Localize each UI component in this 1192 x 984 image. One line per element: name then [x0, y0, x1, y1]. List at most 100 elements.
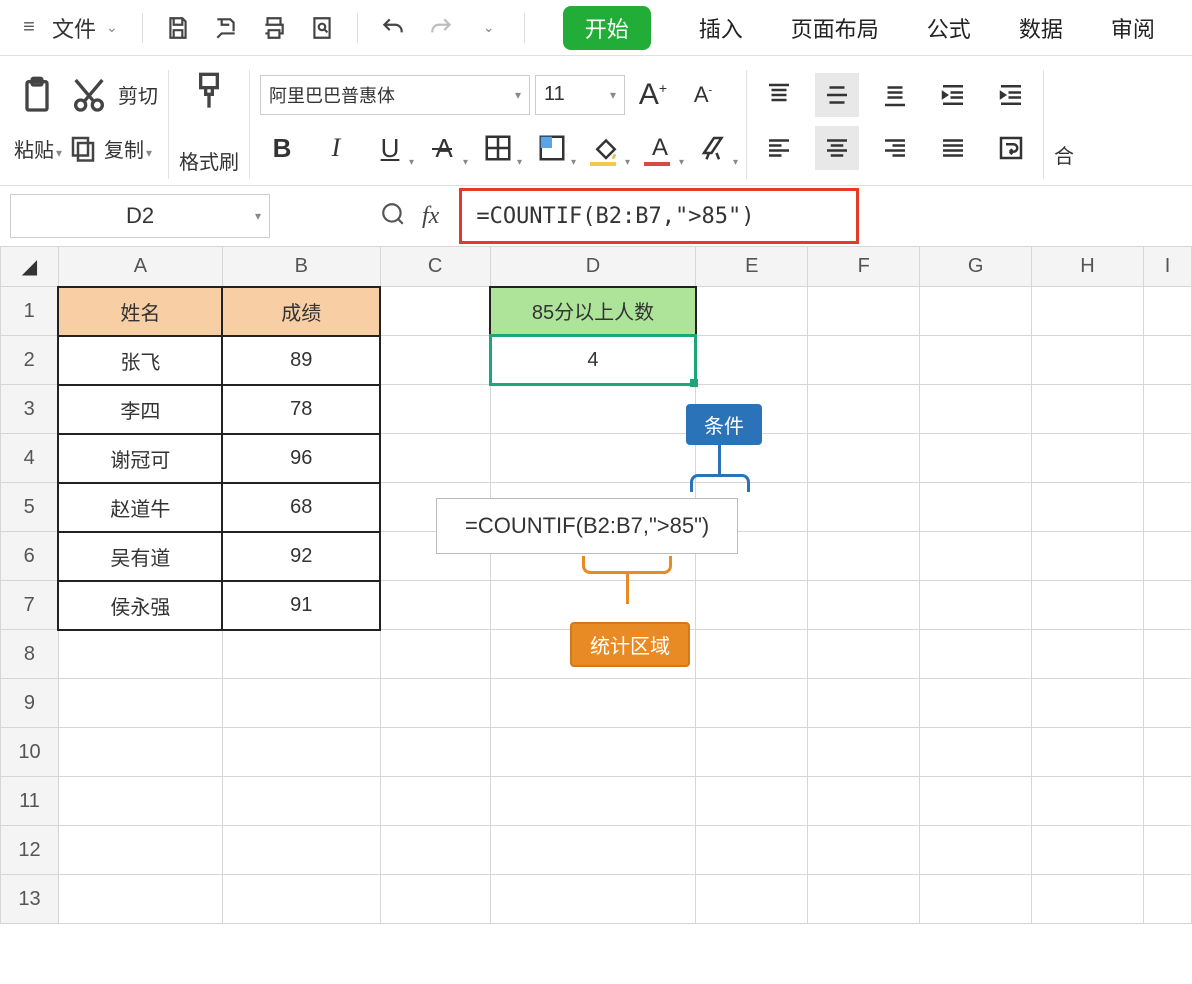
cell[interactable]	[920, 336, 1032, 385]
cell[interactable]	[920, 630, 1032, 679]
cell[interactable]	[696, 336, 808, 385]
cell[interactable]	[696, 630, 808, 679]
cell[interactable]	[696, 385, 808, 434]
column-header[interactable]: I	[1143, 247, 1191, 287]
cell[interactable]: 92	[222, 532, 380, 581]
cell[interactable]	[1032, 434, 1144, 483]
cell[interactable]	[380, 875, 490, 924]
cell[interactable]	[58, 826, 222, 875]
cell[interactable]	[808, 777, 920, 826]
row-header[interactable]: 12	[1, 826, 59, 875]
cell[interactable]	[380, 287, 490, 336]
cell[interactable]	[696, 728, 808, 777]
cell[interactable]	[58, 777, 222, 826]
merge-label[interactable]: 合	[1054, 140, 1074, 169]
cell[interactable]	[920, 728, 1032, 777]
cell[interactable]	[1032, 581, 1144, 630]
tab-review[interactable]: 审阅	[1111, 12, 1155, 44]
increase-indent-icon[interactable]	[989, 73, 1033, 117]
cell[interactable]	[380, 777, 490, 826]
justify-icon[interactable]	[931, 126, 975, 170]
underline-button[interactable]: U▾	[368, 126, 412, 170]
cell[interactable]	[490, 434, 696, 483]
cell[interactable]	[696, 581, 808, 630]
cell[interactable]	[380, 728, 490, 777]
cell[interactable]	[380, 630, 490, 679]
cell[interactable]	[808, 287, 920, 336]
cell[interactable]	[808, 875, 920, 924]
row-header[interactable]: 5	[1, 483, 59, 532]
chevron-down-icon[interactable]: ▾	[255, 209, 261, 223]
cell[interactable]	[380, 385, 490, 434]
spreadsheet-grid[interactable]: ◢ A B C D E F G H I 1 姓名 成绩 85分以上人数 2 张飞…	[0, 246, 1192, 924]
cell[interactable]	[222, 630, 380, 679]
cell[interactable]	[808, 532, 920, 581]
cell[interactable]	[380, 483, 490, 532]
cell[interactable]	[696, 483, 808, 532]
row-header[interactable]: 4	[1, 434, 59, 483]
save-as-icon[interactable]	[205, 7, 247, 49]
cell[interactable]	[1032, 875, 1144, 924]
cell[interactable]	[490, 826, 696, 875]
cell[interactable]	[380, 336, 490, 385]
cell[interactable]	[1143, 728, 1191, 777]
tab-insert[interactable]: 插入	[699, 12, 743, 44]
increase-font-icon[interactable]: A+	[631, 73, 675, 117]
cell[interactable]	[808, 679, 920, 728]
tab-data[interactable]: 数据	[1019, 12, 1063, 44]
cell[interactable]	[920, 581, 1032, 630]
cell[interactable]	[920, 385, 1032, 434]
column-header[interactable]: E	[696, 247, 808, 287]
font-name-select[interactable]: 阿里巴巴普惠体 ▾	[260, 75, 530, 115]
print-icon[interactable]	[253, 7, 295, 49]
cell[interactable]	[58, 875, 222, 924]
cell[interactable]	[380, 679, 490, 728]
align-middle-icon[interactable]	[815, 73, 859, 117]
select-all-corner[interactable]: ◢	[1, 247, 59, 287]
file-menu[interactable]: 文件	[52, 12, 96, 44]
redo-icon[interactable]	[420, 7, 462, 49]
name-box[interactable]: D2 ▾	[10, 194, 270, 238]
cell[interactable]	[920, 287, 1032, 336]
cell[interactable]: 张飞	[58, 336, 222, 385]
cell[interactable]	[1032, 336, 1144, 385]
fill-handle[interactable]	[690, 379, 698, 387]
cell[interactable]	[808, 336, 920, 385]
cell[interactable]	[808, 630, 920, 679]
cell[interactable]	[58, 728, 222, 777]
cell[interactable]: 赵道牛	[58, 483, 222, 532]
clear-format-button[interactable]: ▾	[692, 126, 736, 170]
row-header[interactable]: 10	[1, 728, 59, 777]
column-header[interactable]: F	[808, 247, 920, 287]
undo-icon[interactable]	[372, 7, 414, 49]
cell[interactable]	[222, 777, 380, 826]
borders-button[interactable]: ▾	[476, 126, 520, 170]
cell[interactable]	[1143, 336, 1191, 385]
cell[interactable]	[696, 287, 808, 336]
cell[interactable]	[58, 679, 222, 728]
cell[interactable]	[920, 875, 1032, 924]
cell[interactable]	[1143, 287, 1191, 336]
row-header[interactable]: 11	[1, 777, 59, 826]
paste-label[interactable]: 粘贴▾	[14, 134, 62, 163]
cell[interactable]	[1032, 630, 1144, 679]
cell[interactable]	[1032, 826, 1144, 875]
copy-label[interactable]: 复制▾	[104, 134, 152, 163]
cell[interactable]	[380, 434, 490, 483]
active-cell[interactable]: 4	[490, 336, 696, 385]
cell[interactable]	[1032, 777, 1144, 826]
font-size-select[interactable]: 11 ▾	[535, 75, 625, 115]
row-header[interactable]: 7	[1, 581, 59, 630]
cell[interactable]: 85分以上人数	[490, 287, 696, 336]
font-color-button[interactable]: A ▾	[638, 126, 682, 170]
column-header[interactable]: A	[58, 247, 222, 287]
align-center-icon[interactable]	[815, 126, 859, 170]
cell[interactable]	[380, 581, 490, 630]
cell[interactable]	[490, 385, 696, 434]
cell[interactable]	[920, 679, 1032, 728]
row-header[interactable]: 2	[1, 336, 59, 385]
row-header[interactable]: 3	[1, 385, 59, 434]
cell[interactable]: 谢冠可	[58, 434, 222, 483]
cell[interactable]	[808, 434, 920, 483]
cell[interactable]	[1032, 287, 1144, 336]
